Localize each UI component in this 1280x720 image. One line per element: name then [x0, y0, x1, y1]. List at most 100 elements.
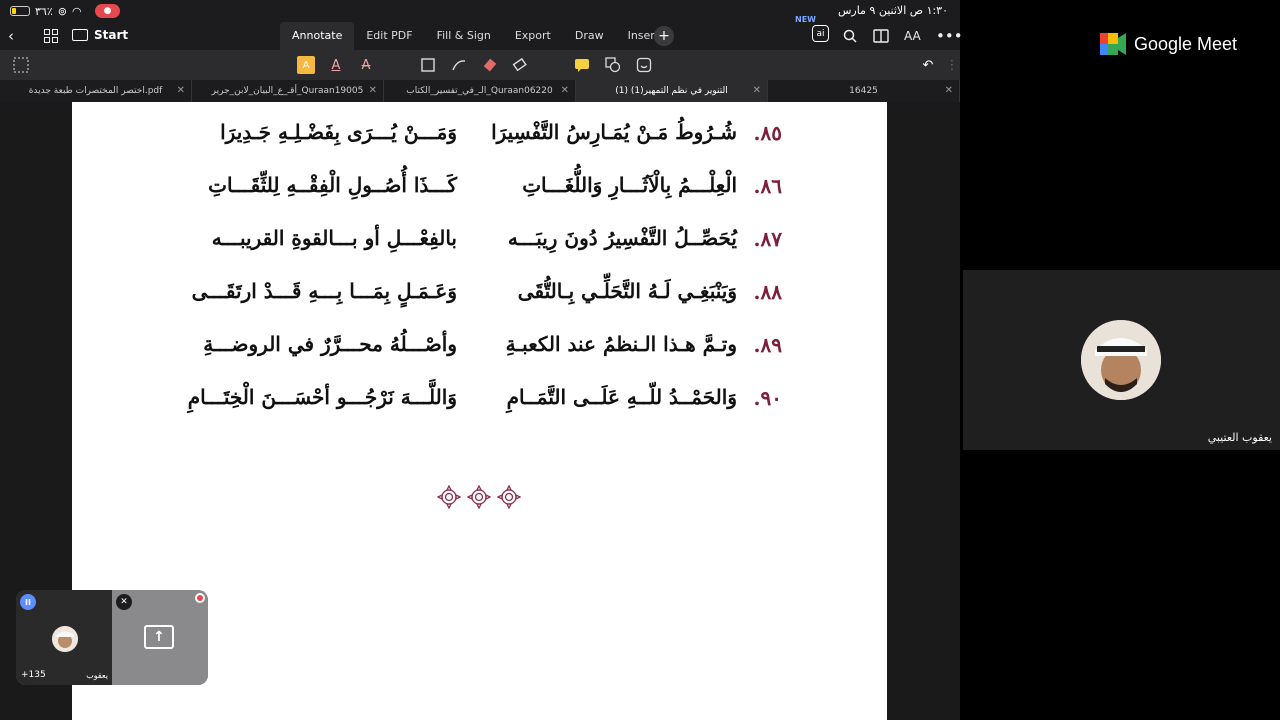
start-button[interactable]: Start: [72, 24, 128, 46]
participant-name: يعقوب العتيبي: [1207, 431, 1272, 444]
verse-number: ٨٩.: [753, 333, 782, 357]
meet-logo-icon: [1100, 33, 1126, 55]
main-tabs: Annotate Edit PDF Fill & Sign Export Dra…: [280, 22, 671, 50]
close-icon[interactable]: ✕: [945, 85, 953, 96]
verse-first-hemistich: شُـرُوطُ مَـنْ يُمَـارِسُ التَّفْسِيرَا: [491, 120, 737, 144]
self-name: يعقوب: [86, 671, 108, 680]
screen-record-indicator[interactable]: ●: [94, 4, 121, 18]
participant-tile[interactable]: يعقوب العتيبي: [963, 270, 1280, 450]
highlight-text-icon[interactable]: A: [297, 56, 315, 74]
verse-second-hemistich: وَعَـمَـلٍ بِمَـــا بِـــهِ قَـــدْ ارتَ…: [191, 279, 457, 303]
underline-text-icon[interactable]: A: [327, 56, 345, 74]
start-label: Start: [94, 28, 129, 42]
battery-percent: ٣٦٪: [35, 4, 53, 18]
annotate-toolbar: A A A ↶ ⋮: [0, 50, 960, 80]
verse-number: ٨٥.: [753, 121, 782, 145]
verse-number: ٨٦.: [753, 174, 782, 198]
google-meet-logo: Google Meet: [1100, 33, 1237, 55]
close-icon[interactable]: ✕: [369, 85, 377, 96]
ipad-screen: ٣٦٪ ⊚ ◠ ● ١:٣٠ ص الاثنين ٩ مارس ‹ Start …: [0, 0, 963, 720]
toolbar-grip-icon[interactable]: ⋮: [943, 56, 961, 74]
verse-first-hemistich: وَالحَمْــدُ للّــهِ عَلَــى التَّمَــام…: [506, 385, 737, 409]
wifi-icon: ◠: [71, 4, 82, 18]
add-tab-button[interactable]: +: [654, 26, 674, 46]
close-icon[interactable]: ✕: [753, 85, 761, 96]
doc-tab-label: الـ_في_تفسير_الكتاب_Quraan06220: [406, 86, 553, 96]
verse-second-hemistich: وَاللَّـــهَ نَرْجُـــو أحْسَـــنَ الْخِ…: [187, 385, 457, 409]
verse-first-hemistich: الْعِلْـــمُ بِالْآثَـــارِ وَاللُّغَـــ…: [522, 173, 737, 197]
undo-icon[interactable]: ↶: [919, 56, 937, 74]
verse-first-hemistich: وتـمَّ هـذا الـنظمُ عند الكعبـةِ: [505, 332, 737, 356]
tab-annotate[interactable]: Annotate: [280, 22, 355, 50]
lasso-select-icon[interactable]: [12, 56, 30, 74]
eraser-icon[interactable]: [511, 56, 529, 74]
status-datetime: ١:٣٠ ص الاثنين ٩ مارس: [837, 4, 948, 17]
close-icon[interactable]: ✕: [177, 85, 185, 96]
flower-ornament-icon: [497, 485, 521, 509]
closing-ornaments: [437, 485, 521, 509]
self-view-tile[interactable]: II +135 يعقوب ✕ ↑: [16, 590, 208, 685]
shapes-icon[interactable]: [604, 56, 622, 74]
area-select-icon[interactable]: [419, 56, 437, 74]
main-toolbar: ‹ Start Annotate Edit PDF Fill & Sign Ex…: [0, 15, 963, 50]
search-icon[interactable]: [843, 26, 857, 46]
tab-fill-sign[interactable]: Fill & Sign: [425, 22, 503, 50]
pen-icon[interactable]: [450, 56, 468, 74]
doc-tab[interactable]: 16425 ✕: [768, 80, 960, 102]
participant-count: +135: [21, 670, 46, 680]
doc-tab-label: اختصر المختصرات طبعة جديدة.pdf: [28, 86, 163, 96]
verse-number: ٩٠.: [753, 386, 782, 410]
doc-tab-label: التنوير في نظم التمهير(1) (1): [615, 86, 728, 96]
verse-row: ٨٦. الْعِلْـــمُ بِالْآثَـــارِ وَاللُّغ…: [72, 167, 887, 207]
verse-first-hemistich: وَيَنْبَغِـي لَـهُ التَّحَلِّـي بِـالتُّ…: [517, 279, 737, 303]
verse-second-hemistich: بالفِعْـــلِ أو بـــالقوةِ القريبـــه: [211, 226, 457, 250]
verse-row: ٨٨. وَيَنْبَغِـي لَـهُ التَّحَلِّـي بِـا…: [72, 273, 887, 313]
doc-tab-label: أقـ_ع_البيان_لابن_جرير_Quraan19005: [211, 86, 364, 96]
grid-view-icon[interactable]: [44, 26, 58, 46]
verse-number: ٨٨.: [753, 280, 782, 304]
reader-mode-icon[interactable]: [873, 26, 889, 46]
avatar: [1081, 320, 1161, 400]
sticker-icon[interactable]: [635, 56, 653, 74]
more-options-icon[interactable]: •••: [936, 26, 963, 46]
close-icon[interactable]: ✕: [561, 85, 569, 96]
comment-icon[interactable]: [573, 56, 591, 74]
self-camera: II +135 يعقوب: [16, 590, 112, 685]
flower-ornament-icon: [467, 485, 491, 509]
location-icon: ⊚: [57, 4, 67, 18]
verse-row: ٩٠. وَالحَمْــدُ للّــهِ عَلَــى التَّمَ…: [72, 379, 887, 419]
doc-tab[interactable]: اختصر المختصرات طبعة جديدة.pdf ✕: [0, 80, 192, 102]
battery-icon: [10, 6, 30, 16]
document-tabs: اختصر المختصرات طبعة جديدة.pdf ✕ أقـ_ع_ال…: [0, 80, 960, 102]
present-screen-icon: [72, 29, 88, 41]
avatar: [52, 626, 78, 652]
verse-row: ٨٧. يُحَصِّــلُ التَّفْسِيرُ دُونَ رِيبَ…: [72, 220, 887, 260]
pause-icon[interactable]: II: [20, 594, 36, 610]
recording-icon: [195, 593, 205, 603]
status-indicators: ٣٦٪ ⊚ ◠ ●: [10, 4, 121, 18]
doc-tab-label: 16425: [849, 86, 878, 96]
flower-ornament-icon: [437, 485, 461, 509]
mic-off-icon[interactable]: ✕: [116, 594, 132, 610]
verse-first-hemistich: يُحَصِّــلُ التَّفْسِيرُ دُونَ رِيبَـــه: [507, 226, 737, 250]
verse-second-hemistich: وَمَـــنْ يُـــرَى بِفَضْـلِـهِ جَـدِيرَ…: [220, 120, 457, 144]
highlighter-icon[interactable]: [481, 56, 499, 74]
tab-export[interactable]: Export: [503, 22, 563, 50]
doc-tab[interactable]: الـ_في_تفسير_الكتاب_Quraan06220 ✕: [384, 80, 576, 102]
status-bar: ٣٦٪ ⊚ ◠ ● ١:٣٠ ص الاثنين ٩ مارس: [0, 0, 960, 22]
ai-assistant-button[interactable]: ai: [812, 25, 829, 42]
verse-row: ٨٥. شُـرُوطُ مَـنْ يُمَـارِسُ التَّفْسِي…: [72, 114, 887, 154]
screen-share-icon[interactable]: ↑: [144, 625, 174, 649]
meet-brand-text: Google Meet: [1134, 33, 1238, 54]
new-badge: NEW: [795, 15, 816, 24]
doc-tab[interactable]: أقـ_ع_البيان_لابن_جرير_Quraan19005 ✕: [192, 80, 384, 102]
verse-second-hemistich: كَـــذَا أُصُــولِ الْفِقْــهِ لِلثِّقَـ…: [208, 173, 457, 197]
tab-edit-pdf[interactable]: Edit PDF: [354, 22, 424, 50]
verse-row: ٨٩. وتـمَّ هـذا الـنظمُ عند الكعبـةِ وأص…: [72, 326, 887, 366]
verse-number: ٨٧.: [753, 227, 782, 251]
back-chevron-icon[interactable]: ‹: [8, 26, 14, 46]
doc-tab-active[interactable]: التنوير في نظم التمهير(1) (1) ✕: [576, 80, 768, 102]
tab-draw[interactable]: Draw: [563, 22, 616, 50]
strikethrough-text-icon[interactable]: A: [357, 56, 375, 74]
font-size-icon[interactable]: AA: [904, 26, 921, 46]
